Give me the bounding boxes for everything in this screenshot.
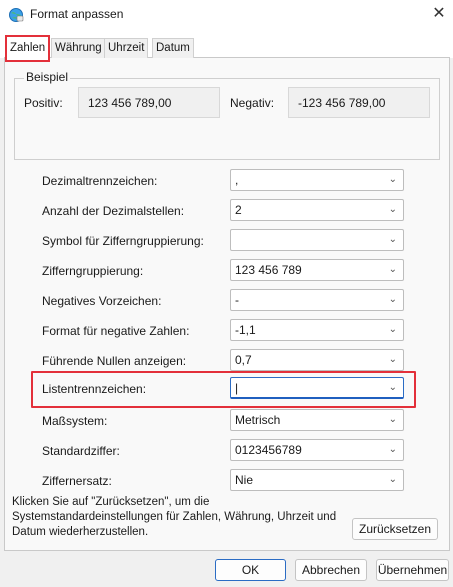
window-title: Format anpassen — [30, 7, 124, 21]
leading-zeros-value: 0,7 — [235, 353, 252, 367]
decimal-separator-value: , — [235, 173, 239, 187]
chevron-down-icon: ⌄ — [388, 474, 397, 485]
decimal-separator-combo[interactable]: , ⌄ — [230, 169, 404, 191]
measurement-system-value: Metrisch — [235, 413, 281, 427]
digit-grouping-label: Zifferngruppierung: — [42, 264, 144, 278]
digit-substitution-label: Ziffernersatz: — [42, 474, 112, 488]
negative-sample: -123 456 789,00 — [288, 87, 430, 118]
decimal-places-label: Anzahl der Dezimalstellen: — [42, 204, 185, 218]
decimal-separator-label: Dezimaltrennzeichen: — [42, 174, 158, 188]
chevron-down-icon: ⌄ — [388, 382, 397, 393]
negative-format-combo[interactable]: -1,1 ⌄ — [230, 319, 404, 341]
globe-network-icon — [8, 7, 24, 23]
close-icon[interactable]: ✕ — [428, 3, 450, 25]
negative-format-label: Format für negative Zahlen: — [42, 324, 190, 338]
chevron-down-icon: ⌄ — [388, 414, 397, 425]
ok-button[interactable]: OK — [215, 559, 286, 581]
chevron-down-icon: ⌄ — [388, 324, 397, 335]
chevron-down-icon: ⌄ — [388, 174, 397, 185]
negative-sign-combo[interactable]: - ⌄ — [230, 289, 404, 311]
digit-substitution-value: Nie — [235, 473, 254, 487]
tab-waehrung[interactable]: Währung — [51, 38, 106, 58]
cancel-button[interactable]: Abbrechen — [295, 559, 367, 581]
reset-hint-text: Klicken Sie auf "Zurücksetzen", um die S… — [12, 496, 337, 538]
list-separator-combo[interactable]: | ⌄ — [230, 377, 404, 399]
negative-sign-value: - — [235, 293, 239, 307]
digit-grouping-value: 123 456 789 — [235, 263, 302, 277]
leading-zeros-label: Führende Nullen anzeigen: — [42, 354, 187, 368]
grouping-symbol-combo[interactable]: ⌄ — [230, 229, 404, 251]
negative-format-value: -1,1 — [235, 323, 256, 337]
standard-digits-combo[interactable]: 0123456789 ⌄ — [230, 439, 404, 461]
tab-datum[interactable]: Datum — [152, 38, 194, 58]
standard-digits-value: 0123456789 — [235, 443, 302, 457]
measurement-system-combo[interactable]: Metrisch ⌄ — [230, 409, 404, 431]
leading-zeros-combo[interactable]: 0,7 ⌄ — [230, 349, 404, 371]
chevron-down-icon: ⌄ — [388, 204, 397, 215]
digit-grouping-combo[interactable]: 123 456 789 ⌄ — [230, 259, 404, 281]
apply-button[interactable]: Übernehmen — [376, 559, 449, 581]
decimal-places-combo[interactable]: 2 ⌄ — [230, 199, 404, 221]
grouping-symbol-label: Symbol für Zifferngruppierung: — [42, 234, 204, 248]
chevron-down-icon: ⌄ — [388, 234, 397, 245]
sample-group-title: Beispiel — [24, 70, 71, 84]
chevron-down-icon: ⌄ — [388, 354, 397, 365]
tab-uhrzeit[interactable]: Uhrzeit — [104, 38, 149, 58]
negative-sign-label: Negatives Vorzeichen: — [42, 294, 162, 308]
digit-substitution-combo[interactable]: Nie ⌄ — [230, 469, 404, 491]
reset-button[interactable]: Zurücksetzen — [352, 518, 438, 540]
list-separator-label: Listentrennzeichen: — [42, 382, 147, 396]
tab-zahlen[interactable]: Zahlen — [5, 35, 51, 62]
measurement-system-label: Maßsystem: — [42, 414, 108, 428]
positive-sample: 123 456 789,00 — [78, 87, 220, 118]
chevron-down-icon: ⌄ — [388, 264, 397, 275]
chevron-down-icon: ⌄ — [388, 444, 397, 455]
chevron-down-icon: ⌄ — [388, 294, 397, 305]
negative-label: Negativ: — [230, 96, 275, 110]
standard-digits-label: Standardziffer: — [42, 444, 120, 458]
list-separator-value: | — [235, 381, 239, 395]
decimal-places-value: 2 — [235, 203, 242, 217]
positive-label: Positiv: — [24, 96, 63, 110]
